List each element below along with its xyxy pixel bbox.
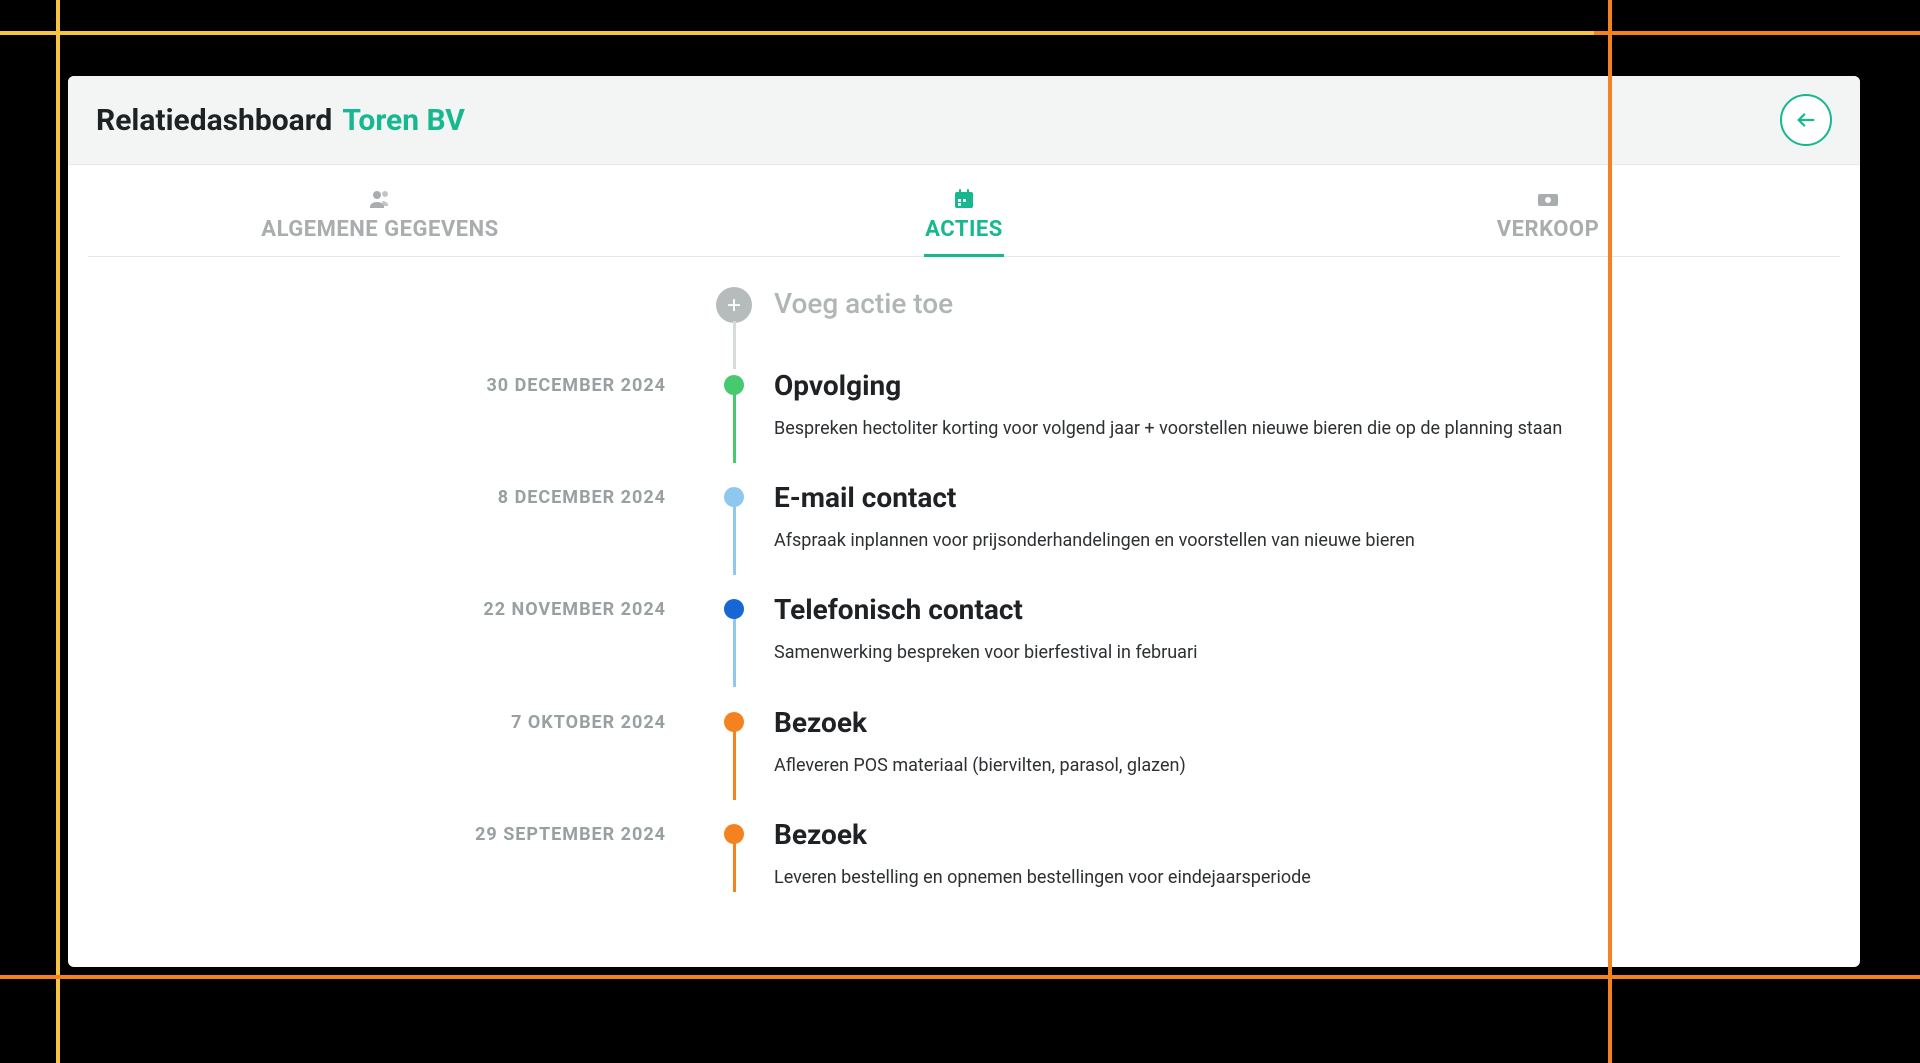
node-col (694, 818, 774, 892)
timeline-body: Telefonisch contact Samenwerking bespreke… (774, 593, 1714, 705)
add-action-body: Voeg actie toe (774, 287, 1714, 348)
timeline-item[interactable]: 8 DECEMBER 2024 E-mail contact Afspraak in… (214, 481, 1714, 593)
connector (733, 617, 736, 687)
page-title: Relatiedashboard Toren BV (96, 103, 465, 138)
tab-sales[interactable]: VERKOOP (1256, 165, 1840, 256)
timeline-date: 7 OKTOBER 2024 (214, 706, 694, 733)
page-title-name: Toren BV (342, 103, 465, 138)
connector (733, 321, 736, 369)
connector (733, 842, 736, 892)
timeline-node (724, 824, 744, 844)
timeline-node (724, 487, 744, 507)
timeline-item-title: Opvolging (774, 369, 1714, 402)
content-area: Voeg actie toe 30 DECEMBER 2024 Opvolging… (68, 257, 1860, 967)
timeline-item-title: Bezoek (774, 706, 1714, 739)
frame-line-right-orange (1608, 0, 1612, 1063)
timeline-item-description: Samenwerking bespreken voor bierfestival… (774, 640, 1714, 665)
timeline-date: 22 NOVEMBER 2024 (214, 593, 694, 620)
timeline-item-description: Afspraak inplannen voor prijsonderhandel… (774, 528, 1714, 553)
timeline-date: 29 SEPTEMBER 2024 (214, 818, 694, 845)
timeline-date: 8 DECEMBER 2024 (214, 481, 694, 508)
timeline-item[interactable]: 30 DECEMBER 2024 Opvolging Bespreken hecto… (214, 369, 1714, 481)
arrow-left-icon (1795, 109, 1817, 131)
timeline-body: Bezoek Afleveren POS materiaal (biervilte… (774, 706, 1714, 818)
frame-line-top-orange (1594, 31, 1920, 35)
timeline-item-title: Telefonisch contact (774, 593, 1714, 626)
timeline-body: E-mail contact Afspraak inplannen voor pr… (774, 481, 1714, 593)
tab-label: VERKOOP (1497, 217, 1600, 242)
node-col (694, 706, 774, 800)
timeline-item[interactable]: 22 NOVEMBER 2024 Telefonisch contact Samen… (214, 593, 1714, 705)
tab-general-info[interactable]: ALGEMENE GEGEVENS (88, 165, 672, 256)
node-col (694, 481, 774, 575)
back-button[interactable] (1780, 94, 1832, 146)
timeline-item[interactable]: 7 OKTOBER 2024 Bezoek Afleveren POS materi… (214, 706, 1714, 818)
tab-actions[interactable]: ACTIES (672, 165, 1256, 256)
connector (733, 505, 736, 575)
frame-line-left-yellow (56, 0, 60, 1063)
panel-header: Relatiedashboard Toren BV (68, 76, 1860, 165)
timeline-node (724, 375, 744, 395)
timeline-item-description: Leveren bestelling en opnemen bestelling… (774, 865, 1714, 890)
timeline-item-title: Bezoek (774, 818, 1714, 851)
timeline-body: Opvolging Bespreken hectoliter korting vo… (774, 369, 1714, 481)
date-col-empty (214, 287, 694, 293)
tab-label: ALGEMENE GEGEVENS (261, 217, 498, 242)
dashboard-panel: Relatiedashboard Toren BV ALGEMENE GEGEV… (68, 76, 1860, 967)
plus-icon (725, 296, 743, 314)
timeline-node (724, 712, 744, 732)
node-col (694, 287, 774, 369)
people-icon (368, 187, 392, 211)
timeline-item-description: Afleveren POS materiaal (biervilten, par… (774, 753, 1714, 778)
node-col (694, 593, 774, 687)
timeline-date: 30 DECEMBER 2024 (214, 369, 694, 396)
node-col (694, 369, 774, 463)
connector (733, 730, 736, 800)
tab-label: ACTIES (925, 217, 1003, 242)
frame-line-bottom-orange (0, 975, 1920, 979)
timeline-item-description: Bespreken hectoliter korting voor volgen… (774, 416, 1714, 441)
add-action-label[interactable]: Voeg actie toe (774, 287, 1714, 320)
timeline-body: Bezoek Leveren bestelling en opnemen best… (774, 818, 1714, 930)
timeline-item-title: E-mail contact (774, 481, 1714, 514)
add-action-button[interactable] (716, 287, 752, 323)
money-icon (1536, 187, 1560, 211)
connector (733, 393, 736, 463)
add-action-row: Voeg actie toe (214, 287, 1714, 369)
timeline-item[interactable]: 29 SEPTEMBER 2024 Bezoek Leveren bestellin… (214, 818, 1714, 930)
calendar-icon (952, 187, 976, 211)
timeline-node (724, 599, 744, 619)
timeline: Voeg actie toe 30 DECEMBER 2024 Opvolging… (214, 287, 1714, 967)
tabs: ALGEMENE GEGEVENS ACTIES VERKOOP (88, 165, 1840, 257)
page-title-prefix: Relatiedashboard (96, 103, 332, 138)
